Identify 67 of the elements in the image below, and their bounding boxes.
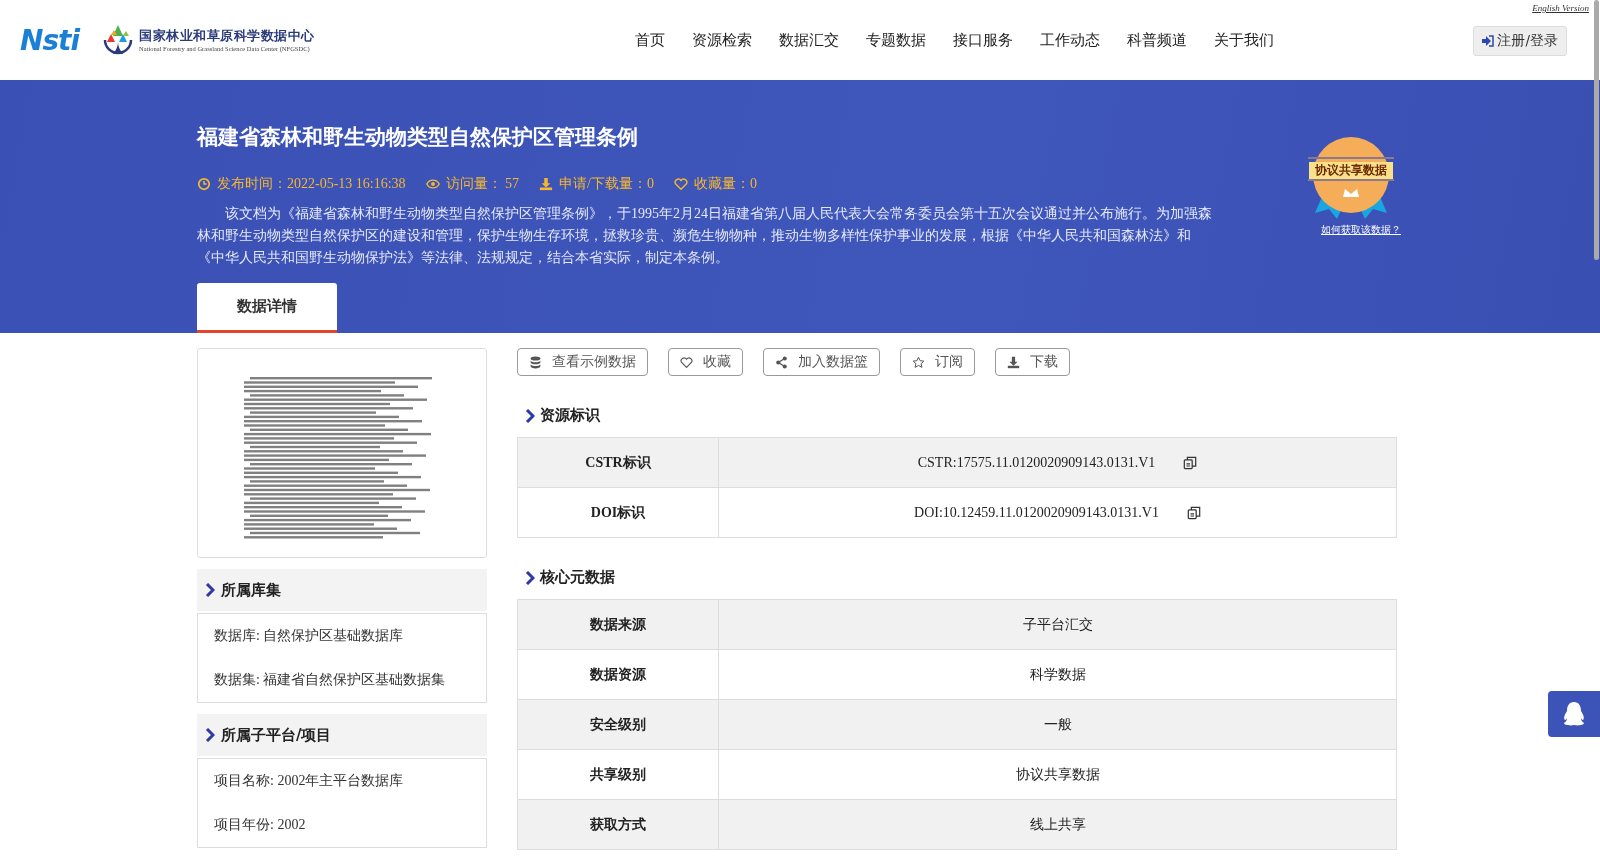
org-name: 国家林业和草原科学数据中心 xyxy=(139,28,315,45)
dataset-description: 该文档为《福建省森林和野生动物类型自然保护区管理条例》，于1995年2月24日福建省第八届人民代表大会常务委员会第十五次会议通过并公布施行。为加强森林和野生动物类型自然保护区的建设和管理，保护生物生存环境，拯救珍贵、濒危生物物种，推动生物多样性保护事业的发展，根据《中华人民共和国森林法》和《中华人民共和国野生动物保护法》等法律、法规规定，结合本省实际，制定本条例。 xyxy=(197,205,1213,267)
section-title: 所属子平台/项目 xyxy=(221,725,332,745)
field-label: 数据资源 xyxy=(518,650,719,699)
nav-link[interactable]: 资源检索 xyxy=(691,30,752,50)
action-button[interactable]: 收藏 xyxy=(668,348,743,376)
info-item: 项目年份: 2002 xyxy=(214,816,307,834)
chevron-icon xyxy=(205,583,215,597)
chevron-icon xyxy=(525,570,535,585)
action-button[interactable]: 加入数据篮 xyxy=(763,348,880,376)
meta-text: 收藏量：0 xyxy=(694,175,757,193)
field-value: 子平台汇交 xyxy=(1022,615,1093,634)
field-label: 数据来源 xyxy=(518,600,719,649)
field-label: DOI标识 xyxy=(518,488,719,537)
meta-text: 发布时间：2022-05-13 16:16:38 xyxy=(217,175,406,193)
nav-link[interactable]: 关于我们 xyxy=(1213,30,1274,50)
badge-label: 协议共享数据 xyxy=(1309,162,1393,179)
nav-link[interactable]: 首页 xyxy=(634,30,665,50)
database-icon xyxy=(529,355,542,369)
meta-text: 申请/下载量：0 xyxy=(559,175,654,193)
field-label: CSTR标识 xyxy=(518,438,719,487)
field-value: 一般 xyxy=(1043,715,1072,734)
help-link[interactable]: 如何获取该数据？ xyxy=(1321,223,1401,237)
nav-link[interactable]: 接口服务 xyxy=(952,30,1013,50)
field-label: 获取方式 xyxy=(518,800,719,849)
action-button[interactable]: 下载 xyxy=(995,348,1070,376)
copy-icon[interactable] xyxy=(1183,455,1198,470)
chevron-icon xyxy=(525,408,535,423)
action-button[interactable]: 查看示例数据 xyxy=(517,348,648,376)
nav-link[interactable]: 科普频道 xyxy=(1126,30,1187,50)
eye-icon xyxy=(425,177,440,191)
field-value: 线上共享 xyxy=(1029,815,1086,834)
field-value: DOI:10.12459.11.0120020909143.0131.V1 xyxy=(914,504,1159,521)
heart-icon xyxy=(680,355,693,369)
download-icon xyxy=(1007,355,1020,369)
login-button[interactable]: 注册/登录 xyxy=(1473,26,1567,56)
heart-icon xyxy=(674,177,688,191)
scrollbar[interactable] xyxy=(1594,0,1599,260)
copy-icon[interactable] xyxy=(1186,505,1201,520)
section-title: 核心元数据 xyxy=(540,568,615,587)
field-label: 安全级别 xyxy=(518,700,719,749)
logo-text: Nsti xyxy=(20,23,80,57)
star-icon xyxy=(912,355,925,369)
nav-link[interactable]: 工作动态 xyxy=(1039,30,1100,50)
info-item: 数据集: 福建省自然保护区基础数据集 xyxy=(214,671,447,689)
chat-button[interactable] xyxy=(1548,691,1600,737)
field-label: 共享级别 xyxy=(518,750,719,799)
download-icon xyxy=(539,177,554,191)
section-title: 所属库集 xyxy=(221,580,281,600)
dataset-title: 福建省森林和野生动物类型自然保护区管理条例 xyxy=(197,124,639,151)
info-item: 项目名称: 2002年主平台数据库 xyxy=(214,772,405,790)
nav-link[interactable]: 数据汇交 xyxy=(778,30,839,50)
chevron-icon xyxy=(205,728,215,742)
section-title: 资源标识 xyxy=(540,406,600,425)
info-item: 数据库: 自然保护区基础数据库 xyxy=(214,627,405,645)
language-link[interactable]: English Version xyxy=(1532,3,1589,13)
field-value: 科学数据 xyxy=(1029,665,1086,684)
action-button[interactable]: 订阅 xyxy=(900,348,975,376)
meta-text: 访问量： 57 xyxy=(445,175,520,193)
share-icon xyxy=(775,355,788,369)
penguin-icon xyxy=(1562,701,1586,727)
nav-link[interactable]: 专题数据 xyxy=(865,30,926,50)
sign-in-icon xyxy=(1482,35,1495,47)
field-value: CSTR:17575.11.0120020909143.0131.V1 xyxy=(917,454,1156,471)
field-value: 协议共享数据 xyxy=(1015,765,1100,784)
clock-icon xyxy=(197,177,211,191)
tab[interactable]: 数据详情 xyxy=(197,283,337,333)
